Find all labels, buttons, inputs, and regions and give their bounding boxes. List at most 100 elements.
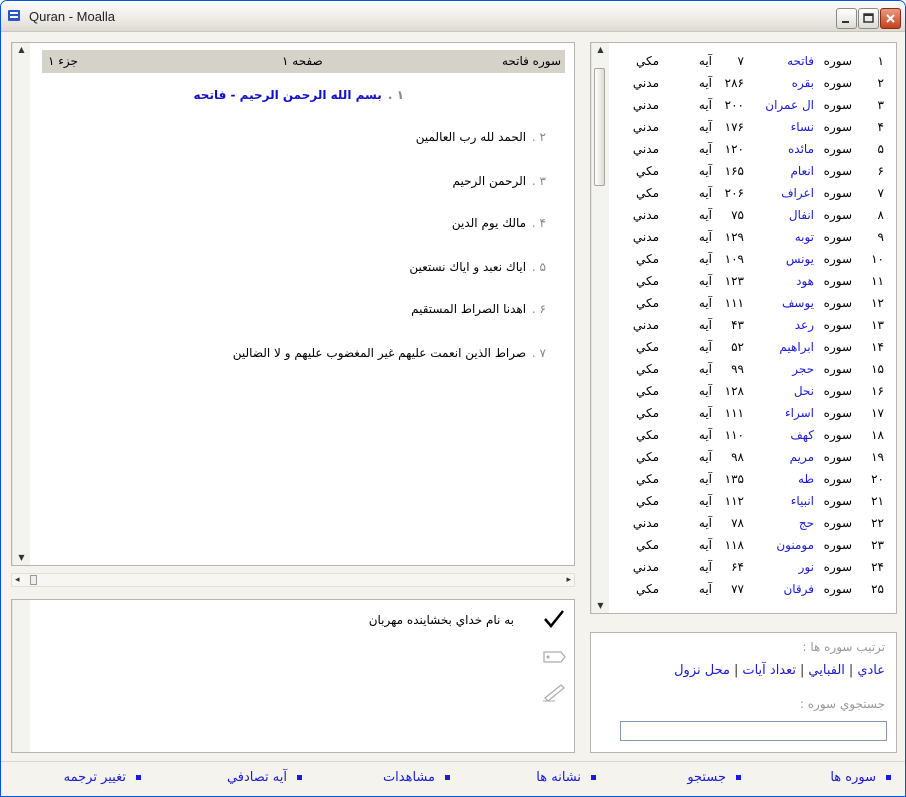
surah-scroll-thumb[interactable] <box>594 68 605 186</box>
scroll-down-arrow-icon[interactable]: ▼ <box>592 599 609 613</box>
nav-search[interactable]: جستجو <box>687 770 741 785</box>
surah-word: سوره <box>823 98 852 112</box>
surah-row[interactable]: ۲۲ سوره حج ۷۸ آيه مدني <box>627 513 887 535</box>
close-button[interactable] <box>880 8 901 29</box>
surah-row[interactable]: ۲۰ سوره طه ۱۳۵ آيه مكي <box>627 469 887 491</box>
surah-name[interactable]: نحل <box>794 384 814 398</box>
surah-row[interactable]: ۲۳ سوره مومنون ۱۱۸ آيه مكي <box>627 535 887 557</box>
surah-name[interactable]: ابراهيم <box>779 340 814 354</box>
verse-6[interactable]: ۶ . اهدنا الصراط المستقيم <box>411 302 546 316</box>
nav-surahs[interactable]: سوره ها <box>830 770 891 785</box>
surah-name[interactable]: كهف <box>790 428 814 442</box>
scroll-up-arrow-icon[interactable]: ▲ <box>13 43 30 57</box>
surah-row[interactable]: ۱۶ سوره نحل ۱۲۸ آيه مكي <box>627 381 887 403</box>
maximize-button[interactable] <box>858 8 879 29</box>
order-normal-link[interactable]: عادي <box>857 663 885 678</box>
surah-row[interactable]: ۲ سوره بقره ۲۸۶ آيه مدني <box>627 73 887 95</box>
scroll-up-arrow-icon[interactable]: ▲ <box>592 43 609 57</box>
surah-name[interactable]: رعد <box>795 318 814 332</box>
nav-random-verse[interactable]: آيه تصادفي <box>227 770 302 785</box>
surah-place: مدني <box>632 76 659 90</box>
surah-name[interactable]: فاتحه <box>787 54 814 68</box>
surah-row[interactable]: ۱۲ سوره يوسف ۱۱۱ آيه مكي <box>627 293 887 315</box>
surah-count: ۱۱۸ <box>724 538 744 552</box>
surah-row[interactable]: ۱۸ سوره كهف ۱۱۰ آيه مكي <box>627 425 887 447</box>
scroll-down-arrow-icon[interactable]: ▼ <box>13 551 30 565</box>
surah-row[interactable]: ۱۷ سوره اسراء ۱۱۱ آيه مكي <box>627 403 887 425</box>
nav-change-translation[interactable]: تغيير ترجمه <box>64 770 141 785</box>
surah-row[interactable]: ۲۵ سوره فرقان ۷۷ آيه مكي <box>627 579 887 601</box>
edit-pen-icon[interactable] <box>541 681 567 703</box>
surah-name[interactable]: بقره <box>792 76 814 90</box>
surah-name[interactable]: انفال <box>789 208 814 222</box>
order-alphabetic-link[interactable]: الفبايي <box>808 663 845 678</box>
surah-row[interactable]: ۱۵ سوره حجر ۹۹ آيه مكي <box>627 359 887 381</box>
surah-num: ۱ <box>877 54 884 68</box>
translation-scrollbar[interactable] <box>12 600 30 752</box>
nav-views[interactable]: مشاهدات <box>383 770 450 785</box>
surah-aye: آيه <box>698 560 712 574</box>
checkmark-icon[interactable] <box>541 608 567 630</box>
surah-num: ۱۸ <box>871 428 884 442</box>
surah-count: ۹۹ <box>731 362 744 376</box>
verse-3[interactable]: ۳ . الرحمن الرحيم <box>453 174 546 188</box>
surah-row[interactable]: ۱۱ سوره هود ۱۲۳ آيه مكي <box>627 271 887 293</box>
surah-name[interactable]: يوسف <box>782 296 814 310</box>
surah-name[interactable]: اسراء <box>785 406 814 420</box>
surah-name[interactable]: انبياء <box>791 494 814 508</box>
reader-horizontal-scrollbar[interactable]: ◂ ▸ <box>11 573 575 587</box>
surah-name[interactable]: حجر <box>792 362 814 376</box>
verse-4[interactable]: ۴ . مالك يوم الدين <box>452 216 546 230</box>
minimize-button[interactable] <box>836 8 857 29</box>
surah-count: ۱۱۱ <box>724 406 744 420</box>
surah-word: سوره <box>823 494 852 508</box>
surah-list-scrollbar[interactable]: ▲ ▼ <box>591 43 609 613</box>
horizontal-scroll-thumb[interactable] <box>30 575 37 585</box>
bookmark-tag-icon[interactable] <box>541 646 567 668</box>
verse-5[interactable]: ۵ . اياك نعبد و اياك نستعين <box>409 260 546 274</box>
order-revelation-place-link[interactable]: محل نزول <box>674 663 730 678</box>
surah-row[interactable]: ۵ سوره مائده ۱۲۰ آيه مدني <box>627 139 887 161</box>
surah-row[interactable]: ۲۱ سوره انبياء ۱۱۲ آيه مكي <box>627 491 887 513</box>
surah-name[interactable]: مريم <box>790 450 814 464</box>
surah-row[interactable]: ۸ سوره انفال ۷۵ آيه مدني <box>627 205 887 227</box>
surah-row[interactable]: ۶ سوره انعام ۱۶۵ آيه مكي <box>627 161 887 183</box>
surah-row[interactable]: ۱ سوره فاتحه ۷ آيه مكي <box>627 51 887 73</box>
surah-aye: آيه <box>698 142 712 156</box>
surah-name[interactable]: هود <box>796 274 814 288</box>
surah-name[interactable]: نساء <box>791 120 814 134</box>
surah-name[interactable]: ال عمران <box>765 98 814 112</box>
surah-row[interactable]: ۱۰ سوره يونس ۱۰۹ آيه مكي <box>627 249 887 271</box>
surah-name[interactable]: انعام <box>790 164 814 178</box>
reader-scrollbar[interactable]: ▲ ▼ <box>12 43 30 565</box>
verse-2[interactable]: ۲ . الحمد لله رب العالمين <box>416 130 546 144</box>
verse-1[interactable]: ۱ . بسم الله الرحمن الرحيم - فاتحه <box>194 88 404 102</box>
nav-bookmarks[interactable]: نشانه ها <box>536 770 596 785</box>
surah-row[interactable]: ۱۴ سوره ابراهيم ۵۲ آيه مكي <box>627 337 887 359</box>
surah-name[interactable]: مومنون <box>776 538 814 552</box>
order-ayat-count-link[interactable]: تعداد آيات <box>742 663 796 678</box>
surah-word: سوره <box>823 560 852 574</box>
surah-row[interactable]: ۱۹ سوره مريم ۹۸ آيه مكي <box>627 447 887 469</box>
surah-row[interactable]: ۲۴ سوره نور ۶۴ آيه مدني <box>627 557 887 579</box>
scroll-right-arrow-icon[interactable]: ▸ <box>566 574 571 586</box>
surah-name[interactable]: طه <box>798 472 814 486</box>
surah-aye: آيه <box>698 76 712 90</box>
scroll-left-arrow-icon[interactable]: ◂ <box>15 574 20 586</box>
surah-row[interactable]: ۷ سوره اعراف ۲۰۶ آيه مكي <box>627 183 887 205</box>
surah-name[interactable]: نور <box>799 560 814 574</box>
surah-count: ۱۳۵ <box>724 472 744 486</box>
verse-7[interactable]: ۷ . صراط الذين انعمت عليهم غير المغضوب ع… <box>233 346 546 360</box>
surah-row[interactable]: ۹ سوره توبه ۱۲۹ آيه مدني <box>627 227 887 249</box>
surah-name[interactable]: حج <box>799 516 814 530</box>
surah-name[interactable]: فرقان <box>783 582 814 596</box>
surah-search-input[interactable] <box>620 721 887 741</box>
surah-row[interactable]: ۴ سوره نساء ۱۷۶ آيه مدني <box>627 117 887 139</box>
surah-row[interactable]: ۳ سوره ال عمران ۲۰۰ آيه مدني <box>627 95 887 117</box>
surah-name[interactable]: اعراف <box>781 186 814 200</box>
surah-name[interactable]: توبه <box>795 230 814 244</box>
surah-name[interactable]: يونس <box>786 252 814 266</box>
surah-name[interactable]: مائده <box>788 142 814 156</box>
surah-place: مكي <box>635 384 659 398</box>
surah-row[interactable]: ۱۳ سوره رعد ۴۳ آيه مدني <box>627 315 887 337</box>
